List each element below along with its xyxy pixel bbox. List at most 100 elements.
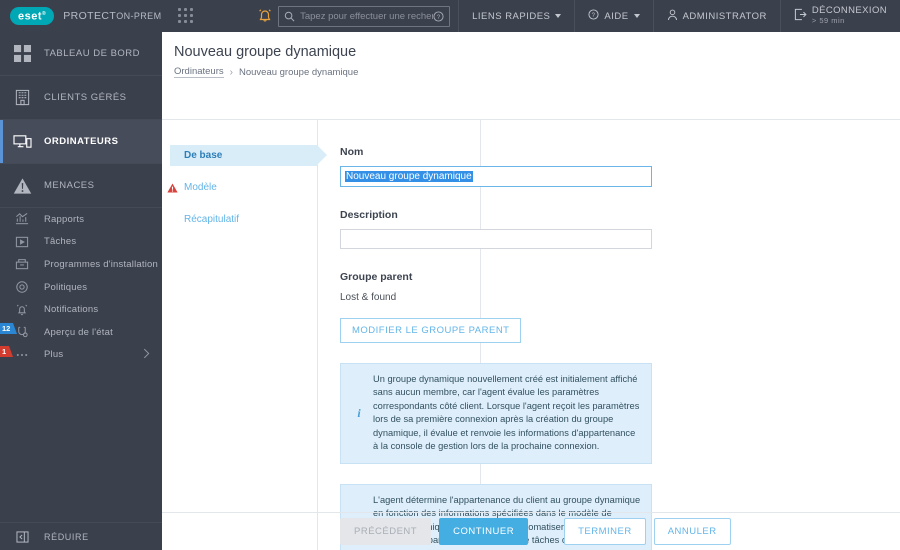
breadcrumb-separator-icon: › [229, 66, 233, 78]
svg-text:?: ? [592, 13, 596, 19]
more-badge: 1 [0, 345, 14, 357]
product-name: PROTECTON-PREM [63, 10, 161, 22]
application-window: eset® PROTECTON-PREM ? [0, 0, 900, 550]
topbar-right-group: ? LIENS RAPIDES ? AIDE ADMINISTRATOR [252, 0, 900, 32]
sidebar-item-label: Notifications [44, 304, 99, 316]
wizard-step-summary[interactable]: Récapitulatif [162, 209, 317, 230]
sidebar-item-label: Politiques [44, 281, 88, 293]
wizard-step-basic[interactable]: De base [170, 145, 327, 166]
page-title: Nouveau groupe dynamique [174, 44, 357, 60]
computers-icon [0, 133, 44, 150]
notification-bell-icon[interactable] [252, 0, 278, 32]
breadcrumb: Ordinateurs › Nouveau groupe dynamique [174, 66, 900, 78]
step-label: De base [184, 150, 223, 161]
sidebar-item-installers[interactable]: Programmes d'installation [0, 253, 162, 276]
change-parent-group-button[interactable]: MODIFIER LE GROUPE PARENT [340, 318, 522, 343]
sidebar-item-label: Rapports [44, 213, 85, 225]
sidebar-item-reports[interactable]: Rapports [0, 208, 162, 231]
eset-logo-text: eset [18, 10, 43, 23]
installer-icon [0, 257, 44, 271]
logout-timer: > 59 min [811, 16, 845, 26]
finish-button[interactable]: TERMINER [564, 518, 646, 545]
sidebar-item-status-overview[interactable]: 12 Aperçu de l'état [0, 321, 162, 344]
logout-button[interactable]: DÉCONNEXION > 59 min [779, 0, 900, 32]
step-label: Récapitulatif [184, 214, 240, 225]
name-field-label: Nom [340, 146, 364, 158]
sidebar-item-label: ORDINATEURS [44, 136, 119, 147]
sidebar-item-label: Aperçu de l'état [44, 326, 113, 338]
parent-group-value: Lost & found [340, 292, 397, 303]
user-name-label: ADMINISTRATOR [682, 10, 767, 22]
user-menu[interactable]: ADMINISTRATOR [652, 0, 780, 32]
notification-icon [0, 303, 44, 317]
chevron-down-icon [555, 14, 562, 18]
description-field[interactable] [340, 229, 652, 249]
building-icon [0, 89, 44, 106]
dashboard-grid-icon [0, 45, 44, 62]
wizard-footer: PRÉCÉDENT CONTINUER TERMINER ANNULER [162, 512, 900, 550]
logout-arrow-icon [794, 8, 807, 24]
wizard-form-pane: Nom Nouveau groupe dynamique Description… [318, 120, 900, 550]
quick-links-label: LIENS RAPIDES [472, 10, 551, 22]
help-menu[interactable]: ? AIDE [574, 0, 652, 32]
sidebar-item-notifications[interactable]: Notifications [0, 298, 162, 321]
info-box-text: Un groupe dynamique nouvellement créé es… [373, 374, 640, 452]
sidebar-item-computers[interactable]: ORDINATEURS [0, 120, 162, 164]
product-name-main: PROTECT [63, 10, 117, 22]
logout-text-group: DÉCONNEXION > 59 min [811, 5, 887, 26]
sidebar-item-label: TABLEAU DE BORD [44, 48, 141, 59]
breadcrumb-link-computers[interactable]: Ordinateurs [174, 66, 224, 78]
wizard-steps: De base Modèle Récapitulatif [162, 120, 327, 550]
breadcrumb-current: Nouveau groupe dynamique [238, 66, 359, 78]
description-field-label: Description [340, 209, 398, 221]
chart-icon [0, 212, 44, 226]
sidebar-item-more[interactable]: 1 Plus [0, 344, 162, 367]
sidebar-item-dashboard[interactable]: TABLEAU DE BORD [0, 32, 162, 76]
brand-logo-area[interactable]: eset® PROTECTON-PREM [0, 6, 162, 26]
task-play-icon [0, 235, 44, 249]
info-icon: i [357, 405, 361, 420]
trademark-mark: ® [42, 10, 47, 17]
left-sidebar: TABLEAU DE BORD CLIENTS GÉRÉS ORDINATEUR… [0, 32, 162, 550]
sidebar-item-label: Programmes d'installation [44, 258, 158, 270]
product-name-sub: ON-PREM [116, 11, 162, 21]
search-icon [284, 11, 295, 22]
eset-logo: eset® [10, 6, 55, 26]
name-field[interactable]: Nouveau groupe dynamique [340, 166, 652, 187]
policies-gear-icon [0, 280, 44, 294]
question-circle-icon[interactable]: ? [433, 10, 444, 22]
apps-grid-icon[interactable] [177, 8, 194, 24]
help-circle-icon: ? [588, 9, 599, 23]
sidebar-item-label: MENACES [44, 180, 95, 191]
global-search-box[interactable]: ? [278, 5, 451, 27]
warning-triangle-icon [167, 182, 178, 193]
sidebar-collapse-button[interactable]: RÉDUIRE [0, 522, 162, 550]
search-input[interactable] [295, 10, 434, 22]
sidebar-item-label: CLIENTS GÉRÉS [44, 92, 127, 103]
wizard-step-template[interactable]: Modèle [162, 177, 317, 198]
chevron-down-icon [633, 14, 640, 18]
sidebar-item-label: Plus [44, 349, 64, 361]
sidebar-item-threats[interactable]: MENACES [0, 164, 162, 208]
help-label: AIDE [604, 10, 629, 22]
previous-button: PRÉCÉDENT [340, 518, 432, 545]
parent-group-label: Groupe parent [340, 271, 413, 283]
sidebar-item-policies[interactable]: Politiques [0, 276, 162, 299]
top-navigation-bar: eset® PROTECTON-PREM ? [0, 0, 900, 32]
warning-triangle-icon [0, 177, 44, 195]
svg-text:?: ? [437, 14, 441, 20]
name-input-value: Nouveau groupe dynamique [345, 171, 473, 182]
info-box-membership: i Un groupe dynamique nouvellement créé … [340, 363, 652, 464]
sidebar-item-tasks[interactable]: Tâches [0, 231, 162, 254]
quick-links-menu[interactable]: LIENS RAPIDES [458, 0, 574, 32]
wizard-body: De base Modèle Récapitulatif Nom Nouveau… [162, 120, 900, 550]
sidebar-item-managed-clients[interactable]: CLIENTS GÉRÉS [0, 76, 162, 120]
person-icon [667, 9, 678, 24]
chevron-right-icon [143, 346, 150, 364]
page-header: Nouveau groupe dynamique Ordinateurs › N… [162, 32, 900, 78]
cancel-button[interactable]: ANNULER [653, 518, 731, 545]
sidebar-collapse-label: RÉDUIRE [44, 531, 89, 542]
collapse-panel-icon [0, 530, 44, 543]
continue-button[interactable]: CONTINUER [439, 518, 529, 545]
step-label: Modèle [184, 182, 217, 193]
